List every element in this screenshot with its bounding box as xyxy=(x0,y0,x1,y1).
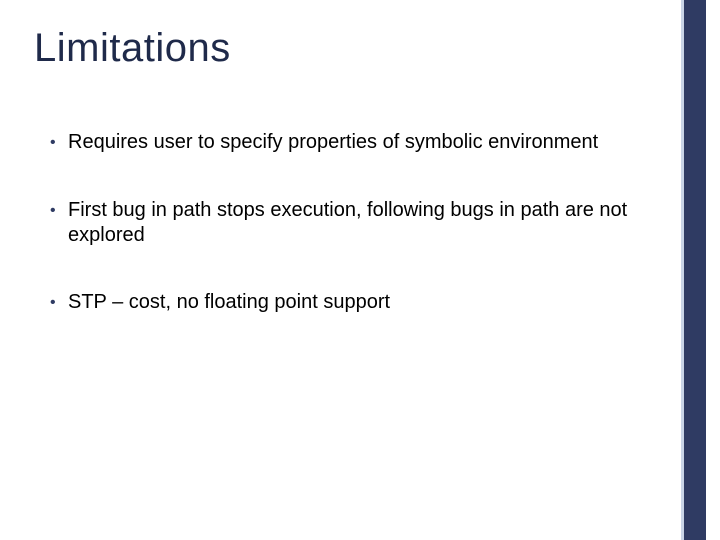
bullet-icon: • xyxy=(50,198,68,224)
list-item: • STP – cost, no floating point support xyxy=(50,290,630,316)
bullet-icon: • xyxy=(50,130,68,156)
list-item: • First bug in path stops execution, fol… xyxy=(50,198,630,248)
accent-bar xyxy=(684,0,706,540)
bullet-text: First bug in path stops execution, follo… xyxy=(68,198,630,248)
slide: Limitations • Requires user to specify p… xyxy=(0,0,720,540)
slide-title: Limitations xyxy=(34,26,231,71)
list-item: • Requires user to specify properties of… xyxy=(50,130,630,156)
bullet-icon: • xyxy=(50,290,68,316)
slide-body: • Requires user to specify properties of… xyxy=(50,130,630,358)
bullet-text: STP – cost, no floating point support xyxy=(68,290,630,315)
bullet-text: Requires user to specify properties of s… xyxy=(68,130,630,155)
